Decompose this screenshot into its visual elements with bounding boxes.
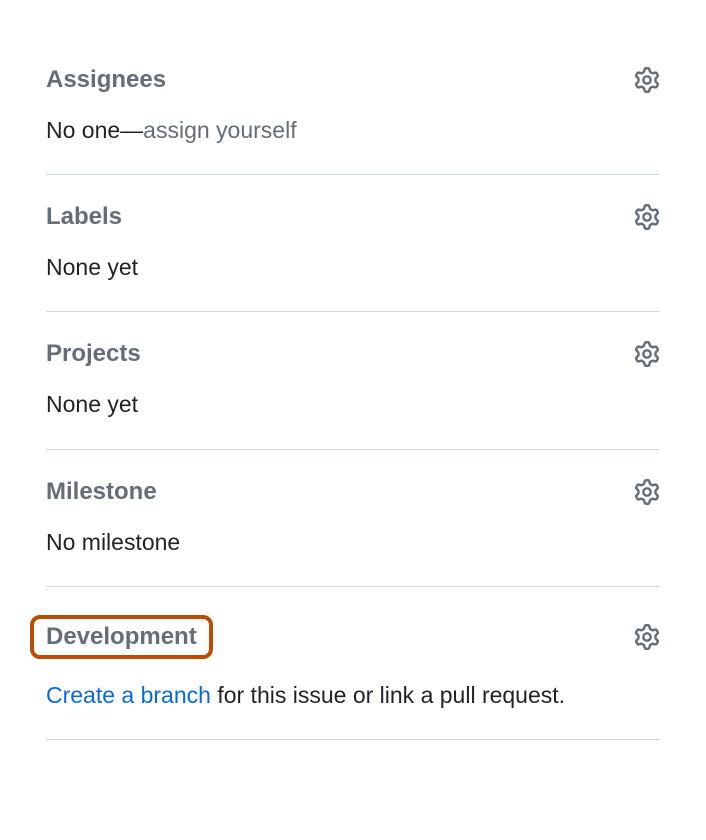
development-title: Development [30, 615, 213, 659]
assignees-none-text: No one [46, 117, 120, 143]
assignees-section: Assignees No one—assign yourself [46, 66, 660, 175]
development-header: Development [46, 615, 660, 659]
assignees-separator: — [120, 117, 143, 143]
milestone-section: Milestone No milestone [46, 478, 660, 587]
labels-header: Labels [46, 203, 660, 231]
projects-body: None yet [46, 388, 660, 420]
assignees-body: No one—assign yourself [46, 114, 660, 146]
assign-yourself-link[interactable]: assign yourself [143, 117, 296, 143]
labels-title: Labels [46, 203, 122, 231]
projects-title: Projects [46, 340, 141, 368]
development-body: Create a branch for this issue or link a… [46, 679, 660, 711]
development-suffix: for this issue or link a pull request. [211, 682, 565, 708]
create-branch-link[interactable]: Create a branch [46, 682, 211, 708]
gear-icon[interactable] [634, 479, 660, 505]
gear-icon[interactable] [634, 67, 660, 93]
projects-section: Projects None yet [46, 340, 660, 449]
milestone-title: Milestone [46, 478, 157, 506]
assignees-header: Assignees [46, 66, 660, 94]
development-section: Development Create a branch for this iss… [46, 615, 660, 740]
gear-icon[interactable] [634, 624, 660, 650]
labels-section: Labels None yet [46, 203, 660, 312]
milestone-body: No milestone [46, 526, 660, 558]
labels-body: None yet [46, 251, 660, 283]
projects-header: Projects [46, 340, 660, 368]
gear-icon[interactable] [634, 204, 660, 230]
milestone-header: Milestone [46, 478, 660, 506]
gear-icon[interactable] [634, 341, 660, 367]
assignees-title: Assignees [46, 66, 166, 94]
